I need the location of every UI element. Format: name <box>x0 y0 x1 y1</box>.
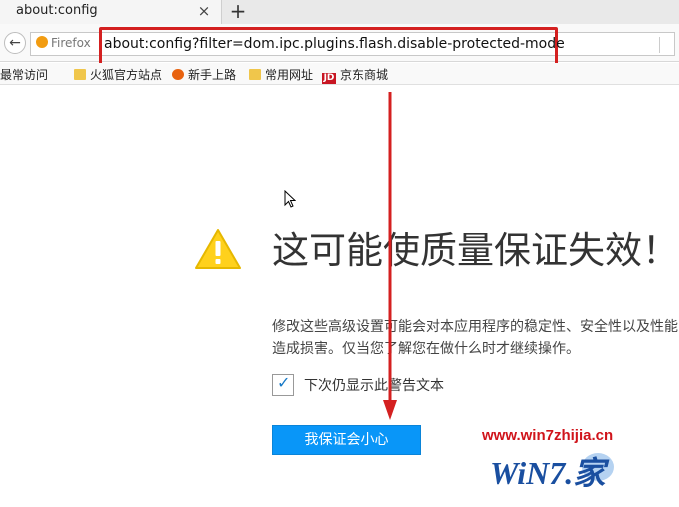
identity-box[interactable]: Firefox <box>36 36 91 50</box>
identity-label: Firefox <box>51 36 91 50</box>
url-divider <box>659 37 660 53</box>
back-button[interactable]: ← <box>4 32 26 54</box>
tab-about-config[interactable]: about:config × <box>0 0 222 24</box>
warning-description: 修改这些高级设置可能会对本应用程序的稳定性、安全性以及性能造成损害。仅当您了解您… <box>272 319 678 357</box>
bookmark-label: 常用网址 <box>265 68 314 82</box>
firefox-icon <box>36 36 48 48</box>
new-tab-button[interactable]: + <box>228 0 248 22</box>
folder-icon <box>249 69 261 80</box>
url-input-text[interactable]: about:config?filter=dom.ipc.plugins.flas… <box>104 36 565 52</box>
bookmark-label: 新手上路 <box>188 68 237 82</box>
bookmark-getting-started[interactable]: 新手上路 <box>172 66 236 83</box>
bookmark-label: 火狐官方站点 <box>90 68 163 82</box>
bookmark-most-visited[interactable]: 最常访问 <box>0 66 48 83</box>
annotation-arrow-icon <box>383 92 397 420</box>
show-warning-label[interactable]: 下次仍显示此警告文本 <box>304 375 444 395</box>
checkmark-icon: ✓ <box>277 373 291 392</box>
firefox-icon <box>172 69 184 80</box>
watermark-url: www.win7zhijia.cn <box>482 427 614 444</box>
bookmarks-toolbar: 最常访问 火狐官方站点 新手上路 常用网址 JD 京东商城 <box>0 63 679 85</box>
bookmark-jd-mall[interactable]: JD 京东商城 <box>322 66 388 84</box>
folder-icon <box>74 69 86 80</box>
jd-icon: JD <box>322 73 336 84</box>
tab-title: about:config <box>16 3 98 18</box>
warning-icon <box>195 229 241 269</box>
page-title: 这可能使质量保证失效！ <box>272 229 679 272</box>
bookmark-label: 京东商城 <box>340 68 389 82</box>
bookmark-label: 最常访问 <box>0 68 49 82</box>
tab-strip: about:config × + <box>0 0 679 24</box>
mouse-cursor-icon <box>284 190 296 208</box>
accept-risk-button[interactable]: 我保证会小心 <box>272 425 421 455</box>
bookmark-firefox-official[interactable]: 火狐官方站点 <box>74 66 162 83</box>
bookmark-common-sites[interactable]: 常用网址 <box>249 66 313 83</box>
close-tab-icon[interactable]: × <box>196 2 212 20</box>
show-warning-checkbox[interactable]: ✓ <box>272 373 294 396</box>
watermark-logo-text: WiN7.家 <box>490 455 606 491</box>
